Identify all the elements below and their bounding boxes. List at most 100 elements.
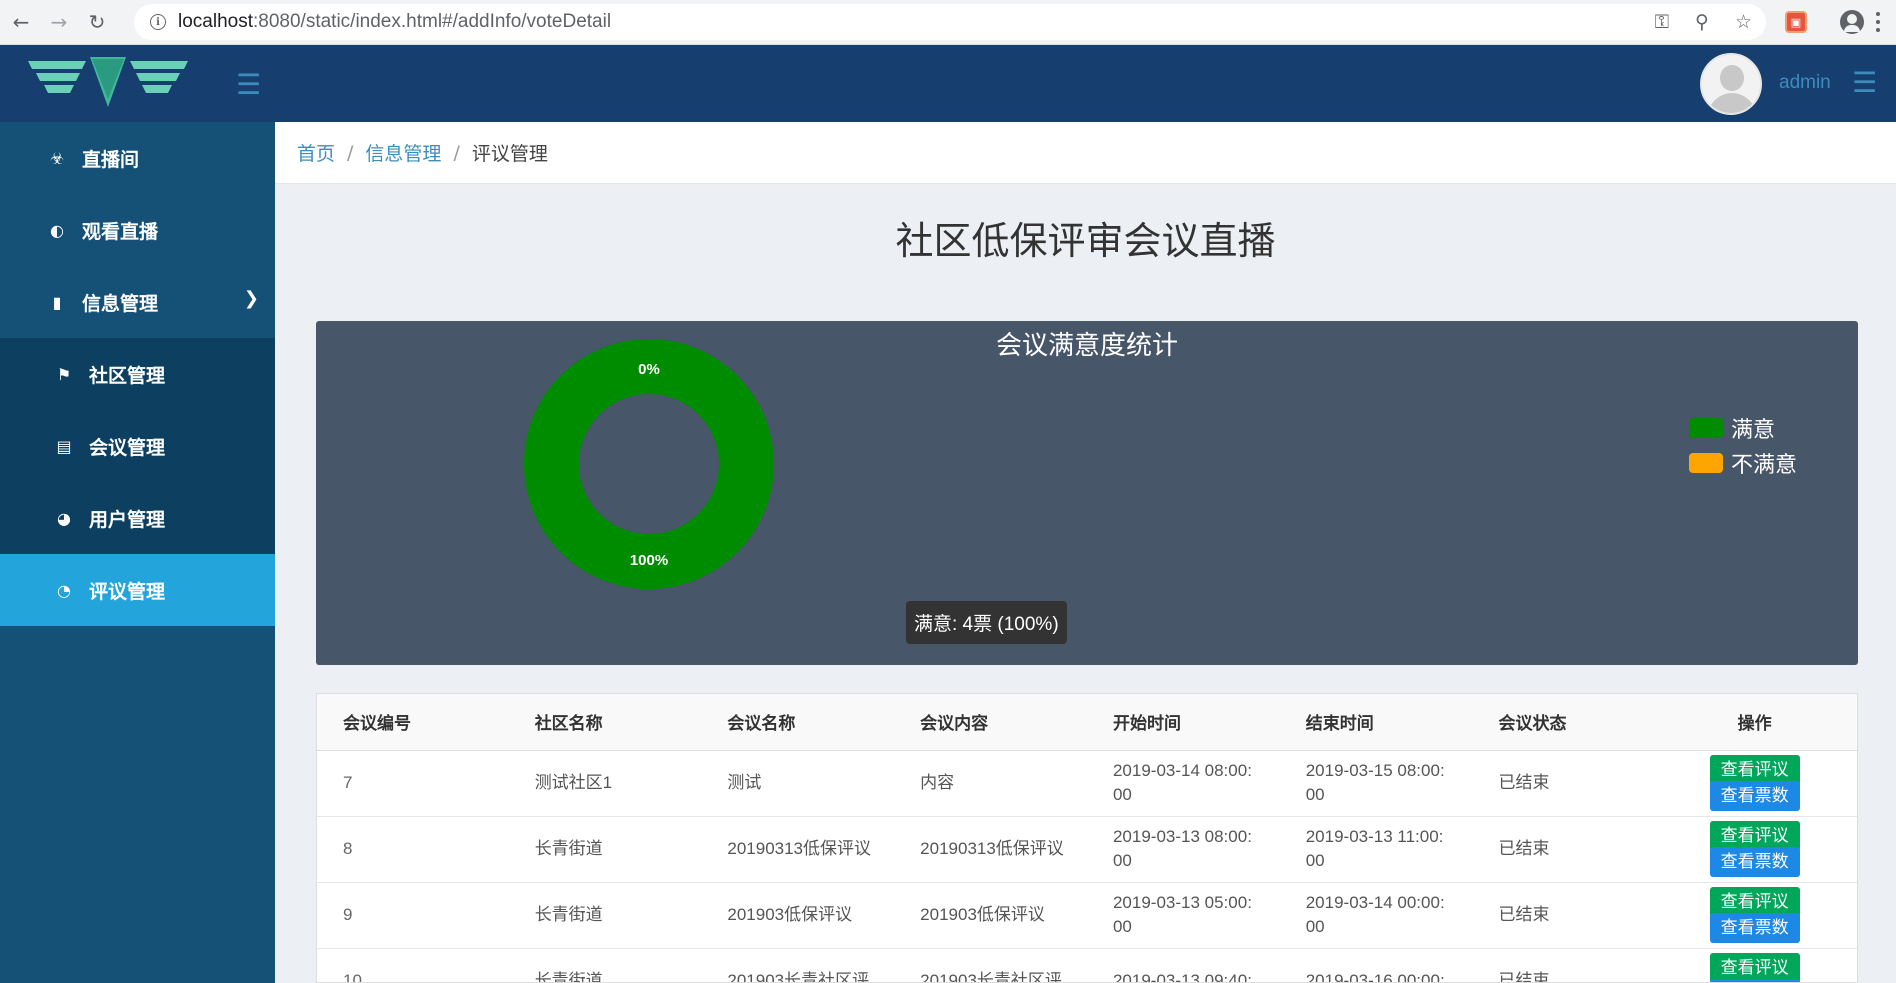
end-time-line2: 00: [1305, 851, 1325, 870]
browser-menu-icon[interactable]: [1876, 12, 1880, 32]
cell-content: 20190313低保评议: [894, 816, 1087, 883]
sidebar-item-watch-live[interactable]: ◐ 观看直播: [0, 194, 275, 266]
cell-start-time: 2019-03-13 09:40:: [1086, 948, 1280, 982]
list-icon: ▤: [56, 436, 72, 456]
legend-label: 满意: [1731, 417, 1776, 443]
meeting-table: 会议编号 社区名称 会议名称 会议内容 开始时间 结束时间 会议状态 操作 7测…: [316, 693, 1858, 983]
user-circle-icon: ◕: [57, 508, 71, 528]
pie-chart-icon: ◔: [57, 580, 71, 600]
cell-content: 201903长青社区评: [894, 948, 1087, 982]
table-header-row: 会议编号 社区名称 会议名称 会议内容 开始时间 结束时间 会议状态 操作: [317, 694, 1857, 751]
sidebar-item-live-room[interactable]: ☣ 直播间: [0, 122, 275, 194]
cell-meeting-name: 201903低保评议: [701, 882, 895, 949]
legend-item-satisfied[interactable]: 满意: [1689, 410, 1797, 445]
logo[interactable]: [0, 45, 275, 122]
key-icon[interactable]: ⚿: [1655, 11, 1669, 33]
star-icon[interactable]: ☆: [1735, 11, 1752, 33]
cell-status: 已结束: [1472, 948, 1653, 982]
legend-label: 不满意: [1731, 452, 1798, 478]
column-header: 会议状态: [1472, 694, 1653, 751]
sidebar-item-info-management[interactable]: ▮ 信息管理 ❯: [0, 266, 275, 338]
satisfaction-chart: 会议满意度统计 100% 0%: [316, 321, 1858, 665]
cell-actions: 查看评议查看票数: [1652, 750, 1857, 817]
cell-start-time: 2019-03-13 05:00: 00: [1086, 882, 1280, 949]
page-title: 社区低保评审会议直播: [895, 219, 1276, 263]
user-name[interactable]: admin: [1779, 72, 1831, 94]
cell-id: 10: [317, 948, 509, 982]
column-header: 结束时间: [1279, 694, 1473, 751]
column-header: 社区名称: [508, 694, 702, 751]
browser-toolbar: ← → ↻ i localhost:8080/static/index.html…: [0, 0, 1896, 45]
cell-content: 201903低保评议: [894, 882, 1087, 949]
zoom-icon[interactable]: ⚲: [1695, 11, 1709, 33]
cell-actions: 查看评议查看票数: [1652, 816, 1857, 883]
address-bar[interactable]: i localhost:8080/static/index.html#/addI…: [134, 4, 1766, 40]
cell-meeting-name: 201903长青社区评: [701, 948, 895, 982]
sidebar-item-community-management[interactable]: ⚑ 社区管理: [0, 338, 275, 410]
start-time-line2: 00: [1112, 917, 1132, 936]
cell-community: 长青街道: [508, 882, 702, 949]
start-time-line2: 00: [1112, 851, 1132, 870]
cell-end-time: 2019-03-15 08:00: 00: [1279, 750, 1473, 817]
sidebar-item-label: 用户管理: [89, 508, 166, 531]
pie-data-label: 100%: [630, 552, 668, 569]
table-row: 9 长青街道 201903低保评议 201903低保评议 2019-03-13 05:0…: [317, 882, 1857, 949]
pie-data-label: 0%: [638, 361, 660, 378]
legend-item-unsatisfied[interactable]: 不满意: [1689, 445, 1797, 480]
sidebar: ☣ 直播间 ◐ 观看直播 ▮ 信息管理 ❯ ⚑ 社区管理 ▤ 会议管理 ◕ 用户…: [0, 122, 275, 983]
chart-tooltip: 满意: 4票 (100%): [906, 601, 1067, 644]
file-icon: ▮: [52, 292, 62, 312]
cell-community: 测试社区1: [508, 750, 702, 817]
pie-slice-satisfied[interactable]: [524, 339, 774, 589]
cell-status: 已结束: [1472, 750, 1653, 817]
cell-community: 长青街道: [508, 816, 702, 883]
table-row: 7 测试社区1 测试 内容 2019-03-14 08:00: 00 2019-03-15 …: [317, 750, 1857, 817]
forward-icon[interactable]: →: [42, 5, 76, 39]
cell-status: 已结束: [1472, 882, 1653, 949]
cell-meeting-name: 测试: [701, 750, 895, 817]
sidebar-toggle-icon[interactable]: ☰: [236, 71, 261, 99]
cell-id: 8: [317, 816, 509, 883]
pie-chart: 100% 0%: [524, 339, 774, 589]
extension-icon[interactable]: ▣: [1785, 11, 1807, 33]
avatar[interactable]: [1700, 53, 1762, 115]
sidebar-item-user-management[interactable]: ◕ 用户管理: [0, 482, 275, 554]
breadcrumb-parent[interactable]: 信息管理: [365, 139, 441, 166]
cell-start-time: 2019-03-14 08:00: 00: [1086, 750, 1280, 817]
view-votes-button[interactable]: 查看票数: [1709, 781, 1800, 811]
app-header: ☰ admin ☰: [0, 45, 1896, 122]
view-votes-button[interactable]: 查看票数: [1709, 913, 1800, 943]
user-menu-icon[interactable]: ☰: [1852, 69, 1877, 97]
column-header: 开始时间: [1086, 694, 1280, 751]
end-time-line2: 00: [1305, 917, 1325, 936]
sidebar-item-review-management[interactable]: ◔ 评议管理: [0, 554, 275, 626]
sidebar-item-label: 直播间: [82, 148, 140, 171]
reload-icon[interactable]: ↻: [80, 5, 114, 39]
bookmark-icon: ⚑: [56, 364, 72, 384]
end-time-line1: 2019-03-15 08:00:: [1305, 761, 1445, 780]
breadcrumb-separator: /: [347, 141, 354, 164]
table-row: 8 长青街道 20190313低保评议 20190313低保评议 2019-03-13 …: [317, 816, 1857, 883]
cell-end-time: 2019-03-14 00:00: 00: [1279, 882, 1473, 949]
breadcrumb-home[interactable]: 首页: [297, 139, 335, 166]
table-row: 10 长青街道 201903长青社区评 201903长青社区评 2019-03-13 0…: [317, 948, 1857, 982]
cell-end-time: 2019-03-13 11:00: 00: [1279, 816, 1473, 883]
chevron-down-icon: ❯: [243, 288, 259, 309]
logo-icon: [28, 57, 188, 107]
cell-community: 长青街道: [508, 948, 702, 982]
cell-id: 9: [317, 882, 509, 949]
start-time-line2: 00: [1112, 785, 1132, 804]
start-time-line1: 2019-03-13 08:00:: [1112, 827, 1252, 846]
breadcrumb-current: 评议管理: [471, 143, 548, 165]
profile-icon[interactable]: [1840, 10, 1864, 34]
end-time-line1: 2019-03-13 11:00:: [1305, 827, 1444, 846]
url-text: localhost:8080/static/index.html#/addInf…: [178, 11, 612, 32]
sidebar-item-meeting-management[interactable]: ▤ 会议管理: [0, 410, 275, 482]
site-info-icon[interactable]: i: [150, 14, 166, 30]
back-icon[interactable]: ←: [4, 5, 38, 39]
view-votes-button[interactable]: 查看票数: [1709, 847, 1800, 877]
cell-meeting-name: 20190313低保评议: [701, 816, 895, 883]
end-time-line2: 00: [1305, 785, 1325, 804]
breadcrumb: 首页 / 信息管理 / 评议管理: [275, 122, 1896, 184]
view-votes-button[interactable]: 查看票数: [1709, 979, 1800, 982]
